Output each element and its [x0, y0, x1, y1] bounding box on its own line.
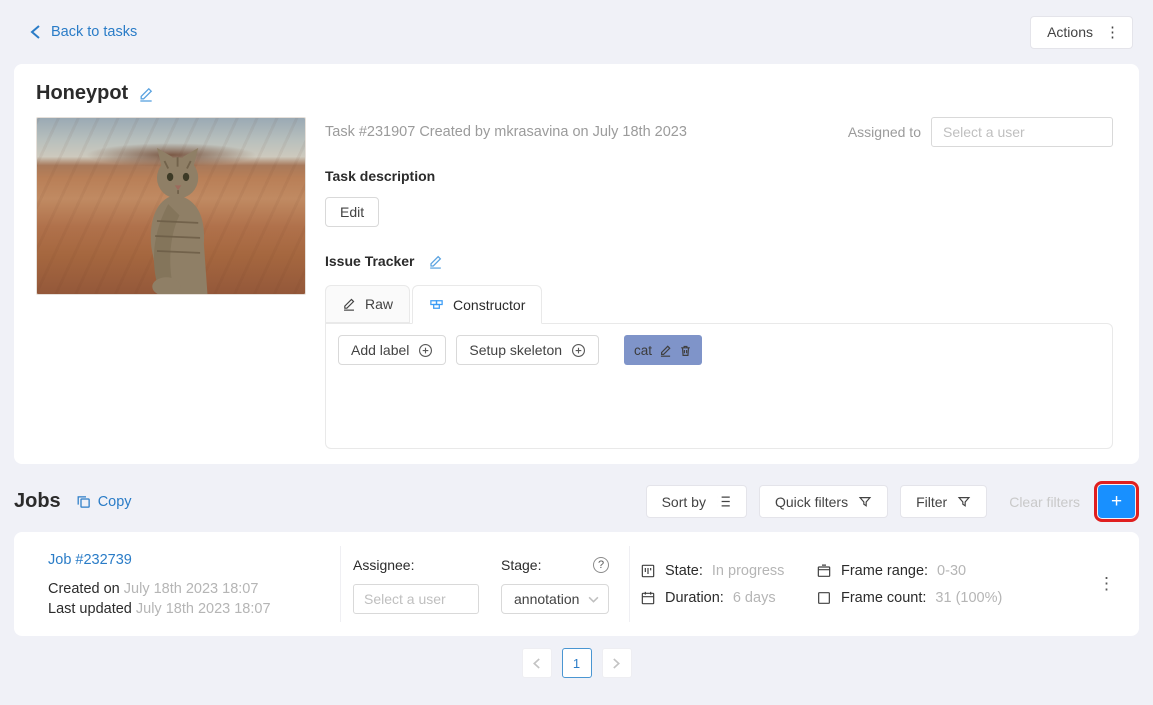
job-more-vertical-icon[interactable]: ⋮	[1088, 568, 1125, 600]
edit-title-icon[interactable]	[138, 86, 154, 102]
quick-filters-label: Quick filters	[774, 493, 849, 510]
task-preview-image	[36, 117, 306, 295]
task-meta: Task #231907 Created by mkrasavina on Ju…	[325, 124, 687, 140]
filter-label: Filter	[916, 493, 948, 510]
last-updated-label: Last updated	[48, 601, 132, 617]
stage-select[interactable]: annotation	[501, 584, 609, 614]
chevron-left-icon	[30, 25, 42, 39]
tab-raw[interactable]: Raw	[325, 285, 411, 323]
plus-icon: +	[1110, 491, 1123, 512]
calendar-icon	[640, 590, 656, 606]
more-vertical-icon: ⋮	[1105, 23, 1120, 41]
clear-filters-button[interactable]: Clear filters	[1009, 494, 1080, 510]
unordered-list-icon	[716, 494, 731, 509]
edit-description-button[interactable]: Edit	[325, 197, 380, 227]
label-chip-name: cat	[634, 342, 653, 358]
assignee-label: Assignee:	[353, 557, 415, 573]
setup-skeleton-text: Setup skeleton	[469, 342, 563, 358]
add-job-button[interactable]: +	[1098, 485, 1135, 518]
state-value: In progress	[711, 562, 785, 579]
tab-constructor[interactable]: Constructor	[412, 285, 543, 324]
back-to-tasks-link[interactable]: Back to tasks	[30, 24, 137, 40]
plus-circle-icon	[418, 343, 433, 358]
plus-circle-icon	[571, 343, 586, 358]
copy-button[interactable]: Copy	[76, 494, 132, 510]
stage-value: annotation	[514, 591, 580, 607]
pencil-icon	[342, 297, 356, 311]
created-on-label: Created on	[48, 581, 120, 597]
tab-raw-label: Raw	[365, 296, 394, 312]
next-page-button[interactable]	[601, 648, 632, 678]
actions-label: Actions	[1047, 24, 1093, 40]
block-icon	[429, 297, 444, 312]
divider	[629, 546, 630, 622]
frame-count-label: Frame count:	[841, 589, 927, 606]
prev-page-button[interactable]	[521, 648, 552, 678]
filter-funnel-icon	[858, 495, 872, 509]
task-assignee-input[interactable]	[931, 117, 1113, 147]
page-1-button[interactable]: 1	[561, 648, 592, 678]
task-description-heading: Task description	[325, 168, 436, 184]
sort-by-label: Sort by	[661, 493, 706, 510]
delete-label-icon[interactable]	[679, 344, 692, 357]
constructor-panel: Add label Setup skeleton cat	[325, 323, 1113, 449]
duration-value: 6 days	[732, 589, 776, 606]
last-updated-value: July 18th 2023 18:07	[135, 601, 271, 617]
back-to-tasks-label: Back to tasks	[51, 24, 138, 40]
label-editor-tabs: Raw Constructor	[325, 285, 1113, 324]
copy-icon	[76, 494, 91, 509]
topbar: Back to tasks Actions ⋮	[0, 0, 1153, 64]
duration-label: Duration:	[665, 589, 724, 606]
square-icon	[816, 590, 832, 606]
edit-label-icon[interactable]	[659, 344, 672, 357]
add-label-button[interactable]: Add label	[338, 335, 447, 365]
actions-button[interactable]: Actions ⋮	[1030, 15, 1133, 49]
setup-skeleton-button[interactable]: Setup skeleton	[456, 335, 600, 365]
task-title: Honeypot	[36, 82, 129, 104]
project-state-icon	[640, 563, 656, 579]
frame-range-value: 0-30	[937, 562, 967, 579]
jobs-header: Jobs Copy Sort by Quick filters Filter C…	[14, 481, 1139, 522]
edit-issue-tracker-icon[interactable]	[428, 254, 443, 269]
pagination: 1	[0, 648, 1153, 678]
job-link[interactable]: Job #232739	[48, 552, 132, 568]
task-card: Honeypot Task #231907 Created by mkrasav…	[14, 64, 1139, 464]
cat-photo-figure	[150, 148, 208, 294]
issue-tracker-label: Issue Tracker	[325, 253, 415, 269]
tab-constructor-label: Constructor	[453, 296, 526, 313]
box-icon	[816, 563, 832, 579]
highlight-box: +	[1094, 481, 1139, 522]
sort-by-button[interactable]: Sort by	[645, 485, 747, 518]
label-chip-cat: cat	[624, 335, 703, 365]
stage-label: Stage:	[501, 557, 542, 573]
question-circle-icon[interactable]: ?	[593, 557, 609, 573]
job-card: Job #232739 Created on July 18th 2023 18…	[14, 532, 1139, 636]
filter-funnel-icon	[957, 495, 971, 509]
frame-count-value: 31 (100%)	[935, 589, 1003, 606]
copy-label: Copy	[97, 493, 132, 510]
job-assignee-input[interactable]	[353, 584, 479, 614]
chevron-down-icon	[588, 596, 599, 603]
created-on-value: July 18th 2023 18:07	[123, 581, 259, 597]
state-label: State:	[665, 562, 703, 579]
jobs-heading: Jobs	[14, 490, 61, 512]
frame-range-label: Frame range:	[841, 562, 929, 579]
filter-button[interactable]: Filter	[900, 485, 988, 518]
assigned-to-label: Assigned to	[847, 124, 921, 140]
quick-filters-button[interactable]: Quick filters	[758, 485, 889, 518]
add-label-text: Add label	[351, 342, 410, 358]
